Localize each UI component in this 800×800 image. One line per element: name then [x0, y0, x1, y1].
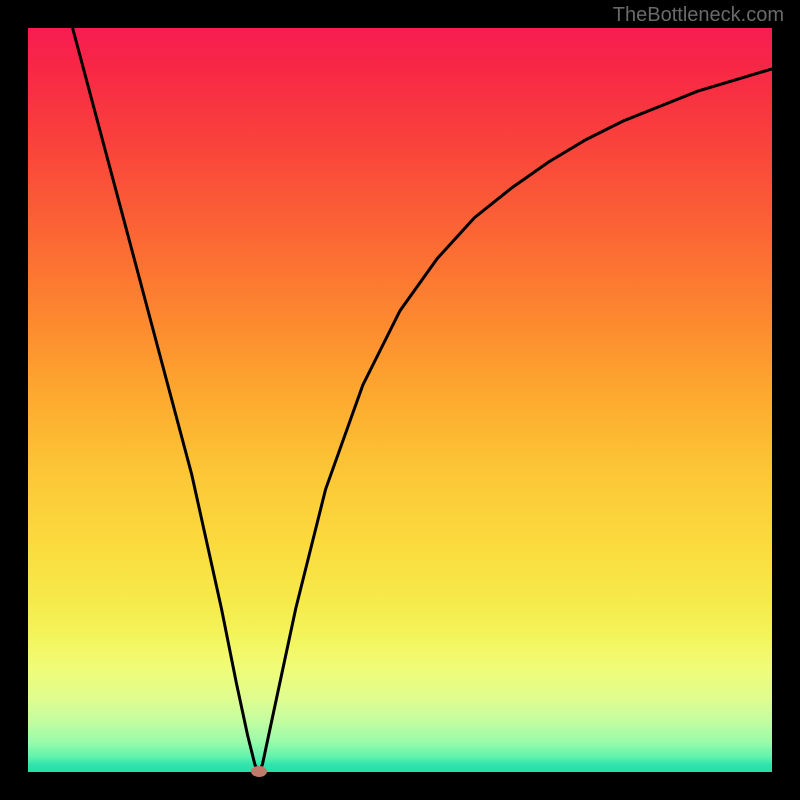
watermark-text: TheBottleneck.com [613, 4, 784, 27]
bottleneck-curve [28, 28, 772, 772]
chart-plot-area [28, 28, 772, 772]
minimum-point-marker [251, 766, 267, 777]
